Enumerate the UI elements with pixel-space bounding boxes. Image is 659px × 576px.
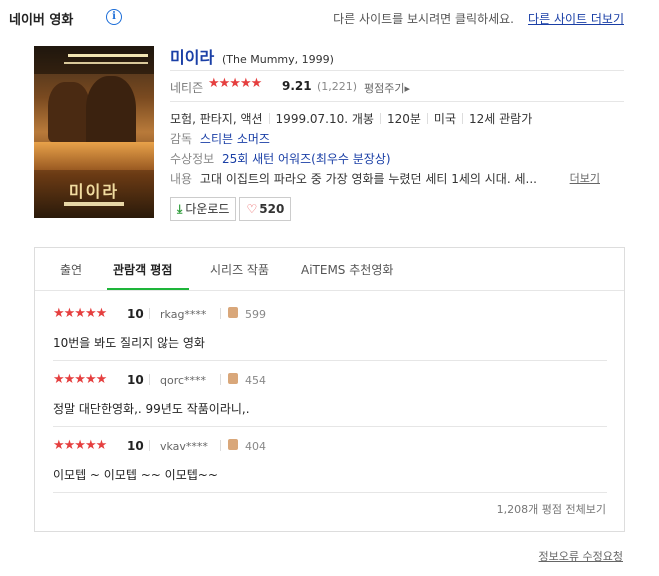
- review-stars: ★★★★★: [53, 372, 107, 387]
- plot-line: 내용 고대 이집트의 파라오 중 가장 영화를 누렸던 세티 1세의 시대. 세…: [170, 170, 624, 190]
- thumbs-up-icon[interactable]: [228, 439, 238, 450]
- review-item: ★★★★★ 10 qorc**** 454 정말 대단한영화,. 99년도 작품…: [53, 362, 607, 427]
- divider: [379, 113, 381, 124]
- rating-score: 9.21: [282, 79, 312, 93]
- review-likes: 454: [245, 374, 266, 387]
- poster-top-band: [34, 46, 154, 74]
- poster-subtagline: [64, 62, 148, 64]
- country: 미국: [433, 112, 457, 126]
- age-rating: 12세 관람가: [469, 112, 533, 126]
- download-button[interactable]: ⤓ 다운로드: [170, 197, 237, 221]
- rating-row: 네티즌 ★★★★★ 9.21 (1,221) 평점주기▸: [170, 71, 624, 102]
- report-error-link[interactable]: 정보오류 수정요청: [539, 548, 623, 564]
- movie-original-title: (The Mummy, 1999): [222, 53, 334, 66]
- divider: [220, 374, 221, 385]
- poster-figure: [86, 76, 136, 148]
- review-score: 10: [127, 373, 144, 387]
- review-likes: 404: [245, 440, 266, 453]
- review-item: ★★★★★ 10 vkav**** 404 이모텝 ~ 이모텝 ~~ 이모텝~~: [53, 428, 607, 493]
- review-likes: 599: [245, 308, 266, 321]
- movie-info: 미이라 (The Mummy, 1999) 네티즌 ★★★★★ 9.21 (1,…: [170, 44, 624, 190]
- movie-meta: 모험, 판타지, 액션 1999.07.10. 개봉 120분 미국 12세 관람가: [170, 110, 624, 130]
- heart-icon: ♡: [246, 202, 258, 216]
- header-message: 다른 사이트를 보시려면 클릭하세요.: [333, 12, 514, 26]
- divider: [220, 308, 221, 319]
- review-stars: ★★★★★: [53, 438, 107, 453]
- divider: [426, 113, 428, 124]
- like-count: 520: [259, 202, 285, 216]
- review-score: 10: [127, 439, 144, 453]
- poster-tagline: [68, 54, 148, 57]
- award-line: 수상정보 25회 새턴 어워즈(최우수 분장상): [170, 150, 624, 170]
- poster-desert: [34, 142, 154, 170]
- rating-label: 네티즌: [170, 81, 204, 95]
- info-icon[interactable]: i: [106, 9, 122, 25]
- plot-label: 내용: [170, 172, 193, 186]
- divider: [149, 440, 150, 451]
- divider: [220, 440, 221, 451]
- plot-text: 고대 이집트의 파라오 중 가장 영화를 누렸던 세티 1세의 시대. 세...: [199, 172, 537, 186]
- review-user: rkag****: [160, 308, 207, 321]
- all-reviews-link[interactable]: 1,208개 평점 전체보기: [497, 501, 606, 517]
- download-label: 다운로드: [185, 202, 230, 216]
- review-stars: ★★★★★: [53, 306, 107, 321]
- award-label: 수상정보: [170, 152, 215, 166]
- page-title: 네이버 영화: [9, 13, 74, 28]
- review-panel: 출연 관람객 평점 시리즈 작품 AiTEMS 추천영화 ★★★★★ 10 rk…: [34, 247, 625, 532]
- download-icon: ⤓: [177, 202, 183, 216]
- tab-cast[interactable]: 출연: [60, 261, 82, 278]
- runtime: 120분: [386, 112, 421, 126]
- review-item: ★★★★★ 10 rkag**** 599 10번을 봐도 질리지 않는 영화: [53, 296, 607, 361]
- review-user: qorc****: [160, 374, 207, 387]
- divider: [149, 308, 150, 319]
- rate-link[interactable]: 평점주기▸: [364, 80, 410, 96]
- review-user: vkav****: [160, 440, 208, 453]
- review-text: 10번을 봐도 질리지 않는 영화: [53, 336, 205, 350]
- divider: [268, 113, 270, 124]
- award-link[interactable]: 25회 새턴 어워즈(최우수 분장상): [222, 152, 391, 166]
- movie-title[interactable]: 미이라: [170, 48, 214, 67]
- title-row: 미이라 (The Mummy, 1999): [170, 44, 624, 71]
- review-text: 정말 대단한영화,. 99년도 작품이라니,.: [53, 402, 250, 416]
- rating-count: (1,221): [317, 80, 358, 93]
- thumbs-up-icon[interactable]: [228, 373, 238, 384]
- active-tab-indicator: [107, 288, 189, 290]
- plot-more-link[interactable]: 더보기: [570, 170, 600, 190]
- director-label: 감독: [170, 132, 193, 146]
- poster-release-line: [64, 202, 124, 206]
- divider: [462, 113, 464, 124]
- tab-series[interactable]: 시리즈 작품: [210, 261, 269, 278]
- poster-logo: 미이라: [68, 182, 120, 201]
- director-link[interactable]: 스티븐 소머즈: [200, 132, 270, 146]
- tab-aitems[interactable]: AiTEMS 추천영화: [301, 261, 393, 278]
- like-button[interactable]: ♡ 520: [239, 197, 292, 221]
- genres: 모험, 판타지, 액션: [170, 112, 263, 126]
- thumbs-up-icon[interactable]: [228, 307, 238, 318]
- divider: [149, 374, 150, 385]
- header: 네이버 영화 i 다른 사이트를 보시려면 클릭하세요. 다른 사이트 더보기: [9, 8, 624, 30]
- action-buttons: ⤓ 다운로드 ♡ 520: [170, 197, 294, 221]
- rating-stars: ★★★★★: [208, 76, 262, 91]
- director-line: 감독 스티븐 소머즈: [170, 130, 624, 150]
- movie-poster[interactable]: 미이라: [34, 46, 154, 218]
- tab-bar: 출연 관람객 평점 시리즈 작품 AiTEMS 추천영화: [35, 248, 624, 291]
- review-score: 10: [127, 307, 144, 321]
- poster-figure: [48, 82, 90, 142]
- release-date: 1999.07.10. 개봉: [275, 112, 374, 126]
- tab-audience-rating[interactable]: 관람객 평점: [113, 261, 172, 278]
- review-text: 이모텝 ~ 이모텝 ~~ 이모텝~~: [53, 468, 218, 482]
- other-site-link[interactable]: 다른 사이트 더보기: [528, 10, 624, 27]
